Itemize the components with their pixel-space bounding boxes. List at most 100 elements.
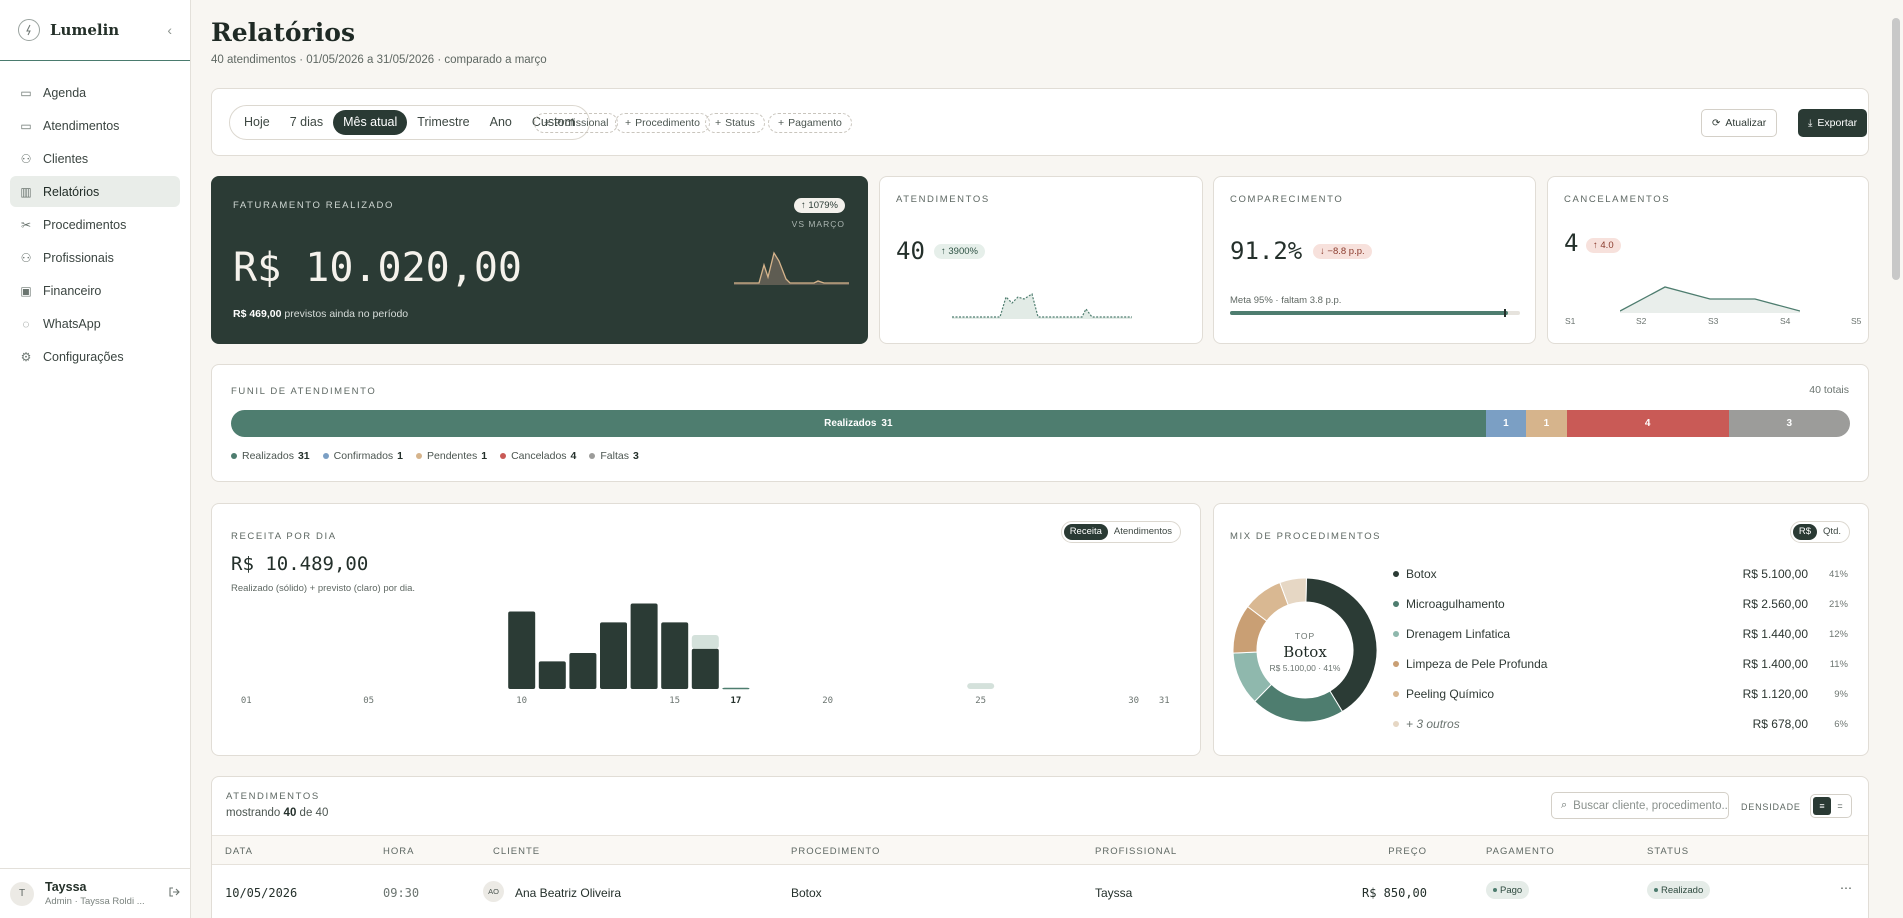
column-header[interactable]: PAGAMENTO	[1486, 846, 1555, 857]
bar-realized-day-16[interactable]	[691, 648, 719, 689]
x-tick-label: 20	[822, 696, 833, 706]
bar-realized-day-12[interactable]	[569, 652, 597, 689]
funnel-legend-item: Pendentes 1	[416, 450, 487, 462]
cancellations-kpi-label: CANCELAMENTOS	[1564, 194, 1671, 205]
sidebar-item-financeiro[interactable]: ▣ Financeiro	[10, 275, 180, 306]
sidebar-item-relatorios[interactable]: ▥ Relatórios	[10, 176, 180, 207]
period-option[interactable]: 7 dias	[280, 110, 333, 135]
cancellations-kpi-card: CANCELAMENTOS 4 ↑ 4.0 S1 S2 S3 S4 S5	[1547, 176, 1869, 344]
mix-list-item[interactable]: Microagulhamento R$ 2.560,00 21%	[1393, 596, 1848, 612]
legend-dot-icon	[1393, 721, 1399, 727]
sidebar-item-configuracoes[interactable]: ⚙ Configurações	[10, 341, 180, 372]
bar-realized-day-13[interactable]	[600, 622, 627, 689]
mix-list-item[interactable]: Peeling Químico R$ 1.120,00 9%	[1393, 686, 1848, 702]
page-subtitle: 40 atendimentos · 01/05/2026 a 31/05/202…	[211, 54, 547, 66]
filter-chip[interactable]: + Procedimento	[615, 113, 710, 133]
revenue-note: R$ 469,00 previstos ainda no período	[233, 308, 409, 320]
week-label: S5	[1851, 316, 1862, 326]
donut-center: TOP Botox R$ 5.100,00 · 41%	[1269, 631, 1341, 673]
sidebar-item-label: Relatórios	[43, 184, 100, 199]
filter-chip[interactable]: + Status	[705, 113, 765, 133]
bar-realized-day-11[interactable]	[538, 661, 566, 689]
table-search-input[interactable]: ⌕ Buscar cliente, procedimento...	[1551, 792, 1729, 819]
cancellations-sparkline	[1620, 286, 1800, 313]
column-header[interactable]: PROCEDIMENTO	[791, 846, 880, 857]
export-button[interactable]: ⤓ Exportar	[1798, 109, 1868, 137]
funnel-title: FUNIL DE ATENDIMENTO	[231, 386, 377, 397]
toggle-option[interactable]: Qtd.	[1817, 524, 1847, 540]
mix-list-item[interactable]: Limpeza de Pele Profunda R$ 1.400,00 11%	[1393, 656, 1848, 672]
column-header[interactable]: PREÇO	[1350, 846, 1427, 857]
funnel-segment[interactable]: 4	[1566, 410, 1729, 437]
period-option[interactable]: Trimestre	[407, 110, 479, 135]
table-showing: mostrando 40 de 40	[226, 807, 329, 819]
column-header[interactable]: STATUS	[1647, 846, 1689, 857]
funnel-segment[interactable]: 3	[1728, 410, 1850, 437]
cell-client[interactable]: Ana Beatriz Oliveira	[515, 886, 621, 900]
cell-professional: Tayssa	[1095, 886, 1133, 900]
column-header[interactable]: HORA	[383, 846, 414, 857]
sidebar-item-whatsapp[interactable]: ◌ WhatsApp	[10, 308, 180, 339]
filter-chip[interactable]: + Profissional	[534, 113, 619, 133]
cancellations-value: 4	[1564, 229, 1579, 257]
bar-realized-day-15[interactable]	[661, 622, 689, 689]
user-role: Admin · Tayssa Roldi ...	[45, 896, 145, 907]
revenue-chart-value: R$ 10.489,00	[231, 553, 369, 575]
week-label: S3	[1708, 316, 1719, 326]
user-panel: T Tayssa Admin · Tayssa Roldi ...	[0, 868, 190, 918]
appointments-kpi-label: ATENDIMENTOS	[896, 194, 990, 205]
column-header[interactable]: DATA	[225, 846, 253, 857]
sidebar-item-agenda[interactable]: ▭ Agenda	[10, 77, 180, 108]
bar-realized-day-17[interactable]	[722, 687, 750, 690]
column-header[interactable]: CLIENTE	[493, 846, 540, 857]
bar-realized-day-14[interactable]	[630, 603, 658, 689]
funnel-segment[interactable]: 1	[1485, 410, 1527, 437]
app-name: Lumelin	[50, 21, 120, 39]
density-comfortable-icon[interactable]: ≡	[1813, 797, 1831, 815]
column-header[interactable]: PROFISSIONAL	[1095, 846, 1177, 857]
density-compact-icon[interactable]: =	[1831, 797, 1849, 815]
toggle-option[interactable]: Receita	[1063, 524, 1108, 540]
mix-list-item[interactable]: Botox R$ 5.100,00 41%	[1393, 566, 1848, 582]
period-option[interactable]: Mês atual	[333, 110, 408, 135]
funnel-segment[interactable]: Realizados 31	[231, 410, 1486, 437]
sidebar-nav: ▭ Agenda ▭ Atendimentos ⚇ Clientes ▥ Relatórios…	[0, 61, 190, 372]
sidebar-item-profissionais[interactable]: ⚇ Profissionais	[10, 242, 180, 273]
table-title: ATENDIMENTOS	[226, 791, 320, 802]
revenue-per-day-card: RECEITA POR DIA Receita Atendimentos R$ 1…	[211, 503, 1201, 756]
sidebar-item-clientes[interactable]: ⚇ Clientes	[10, 143, 180, 174]
plus-icon: +	[544, 117, 551, 129]
funnel-total: 40 totais	[1809, 384, 1849, 396]
funnel-segment[interactable]: 1	[1526, 410, 1567, 437]
brand: Lumelin ‹	[0, 0, 190, 61]
period-option[interactable]: Ano	[480, 110, 522, 135]
sidebar-item-atendimentos[interactable]: ▭ Atendimentos	[10, 110, 180, 141]
funnel-legend-item: Cancelados 4	[500, 450, 576, 462]
x-tick-label: 31	[1159, 696, 1170, 706]
page-scrollbar[interactable]	[1892, 18, 1900, 280]
row-more-icon[interactable]: ⋯	[1840, 881, 1852, 895]
toggle-option[interactable]: R$	[1792, 524, 1818, 540]
funnel-legend-item: Realizados 31	[231, 450, 310, 462]
revenue-value: R$ 10.020,00	[233, 245, 522, 291]
legend-dot-icon	[1393, 661, 1399, 667]
cell-procedure: Botox	[791, 886, 822, 900]
logout-icon[interactable]	[168, 886, 180, 901]
mix-list-item[interactable]: + 3 outros R$ 678,00 6%	[1393, 716, 1848, 732]
toggle-option[interactable]: Atendimentos	[1108, 524, 1178, 540]
appointments-value: 40	[896, 237, 925, 265]
bar-forecast-day-25[interactable]	[967, 683, 995, 689]
mix-list-item[interactable]: Drenagem Linfatica R$ 1.440,00 12%	[1393, 626, 1848, 642]
funnel-legend: Realizados 31 Confirmados 1 Pendentes 1 Cancel…	[231, 450, 652, 462]
status-badge: Realizado	[1647, 881, 1711, 899]
sidebar-item-label: Profissionais	[43, 250, 114, 265]
donut-slice[interactable]	[1253, 683, 1344, 723]
bar-forecast-day-16[interactable]	[691, 634, 719, 649]
collapse-sidebar-icon[interactable]: ‹	[167, 22, 172, 38]
filter-chip[interactable]: + Pagamento	[768, 113, 852, 133]
refresh-button[interactable]: ⟳ Atualizar	[1701, 109, 1778, 137]
bar-realized-day-10[interactable]	[508, 611, 536, 689]
legend-dot-icon	[1393, 571, 1399, 577]
period-option[interactable]: Hoje	[234, 110, 280, 135]
sidebar-item-procedimentos[interactable]: ✂ Procedimentos	[10, 209, 180, 240]
